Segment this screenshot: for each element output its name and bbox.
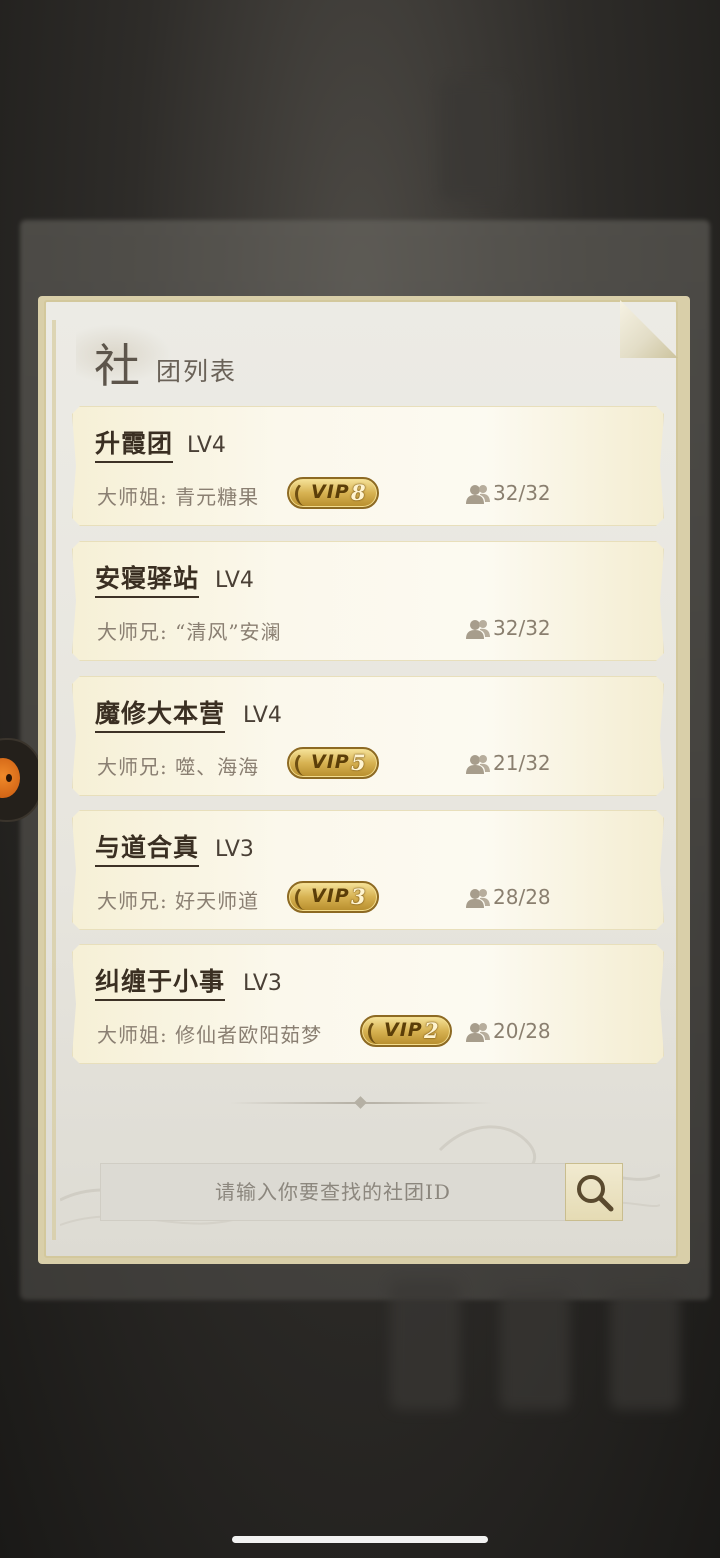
club-leader: 大师兄: “清风”安澜 bbox=[97, 620, 282, 644]
member-count-text: 20/28 bbox=[493, 1019, 551, 1043]
search-button[interactable] bbox=[565, 1163, 623, 1221]
club-card[interactable]: 与道合真 LV3 大师兄: 好天师道 VIP 3 28/28 bbox=[72, 810, 664, 930]
club-card[interactable]: 魔修大本营 LV4 大师兄: 噬、海海 VIP 5 21/32 bbox=[72, 676, 664, 796]
vip-label: VIP bbox=[384, 1019, 423, 1041]
member-count-text: 32/32 bbox=[493, 481, 551, 505]
club-name: 安寝驿站 bbox=[95, 564, 199, 598]
club-leader: 大师姐: 青元糖果 bbox=[97, 485, 260, 509]
panel-title-rest: 团列表 bbox=[156, 357, 238, 386]
club-card[interactable]: 升霞团 LV4 大师姐: 青元糖果 VIP 8 32/32 bbox=[72, 406, 664, 526]
magnifier-icon bbox=[577, 1175, 614, 1212]
background-object bbox=[500, 1290, 570, 1410]
club-card[interactable]: 纠缠于小事 LV3 大师姐: 修仙者欧阳茹梦 VIP 2 20/28 bbox=[72, 944, 664, 1064]
home-indicator[interactable] bbox=[232, 1536, 488, 1543]
vip-badge: VIP 2 bbox=[360, 1015, 452, 1047]
vip-label: VIP bbox=[311, 751, 350, 773]
background-object bbox=[440, 80, 510, 200]
people-icon bbox=[465, 753, 491, 775]
club-name: 魔修大本营 bbox=[95, 699, 225, 733]
member-count-text: 21/32 bbox=[493, 751, 551, 775]
club-level: LV4 bbox=[187, 433, 226, 458]
vip-level: 2 bbox=[424, 1018, 439, 1043]
club-name: 纠缠于小事 bbox=[95, 967, 225, 1001]
vip-level: 8 bbox=[351, 480, 366, 505]
background-object bbox=[610, 1290, 680, 1410]
people-icon bbox=[465, 483, 491, 505]
vip-badge: VIP 3 bbox=[287, 881, 379, 913]
vip-level: 5 bbox=[351, 750, 366, 775]
club-level: LV4 bbox=[243, 703, 282, 728]
club-level: LV3 bbox=[215, 837, 254, 862]
vip-badge: VIP 8 bbox=[287, 477, 379, 509]
club-level: LV4 bbox=[215, 568, 254, 593]
club-level: LV3 bbox=[243, 971, 282, 996]
panel-spine bbox=[52, 320, 56, 1240]
people-icon bbox=[465, 887, 491, 909]
vip-badge: VIP 5 bbox=[287, 747, 379, 779]
vip-label: VIP bbox=[311, 885, 350, 907]
club-id-search-input[interactable] bbox=[100, 1163, 566, 1221]
vip-level: 3 bbox=[351, 884, 366, 909]
club-card[interactable]: 安寝驿站 LV4 大师兄: “清风”安澜 32/32 bbox=[72, 541, 664, 661]
vip-label: VIP bbox=[311, 481, 350, 503]
club-leader: 大师兄: 好天师道 bbox=[97, 889, 260, 913]
member-count-text: 32/32 bbox=[493, 616, 551, 640]
panel-title-first-char: 社 bbox=[94, 339, 140, 393]
club-leader: 大师姐: 修仙者欧阳茹梦 bbox=[97, 1023, 323, 1047]
background-object bbox=[390, 1280, 460, 1410]
club-name: 与道合真 bbox=[95, 833, 199, 867]
club-name: 升霞团 bbox=[95, 429, 173, 463]
member-count-text: 28/28 bbox=[493, 885, 551, 909]
people-icon bbox=[465, 618, 491, 640]
club-leader: 大师兄: 噬、海海 bbox=[97, 755, 260, 779]
people-icon bbox=[465, 1021, 491, 1043]
